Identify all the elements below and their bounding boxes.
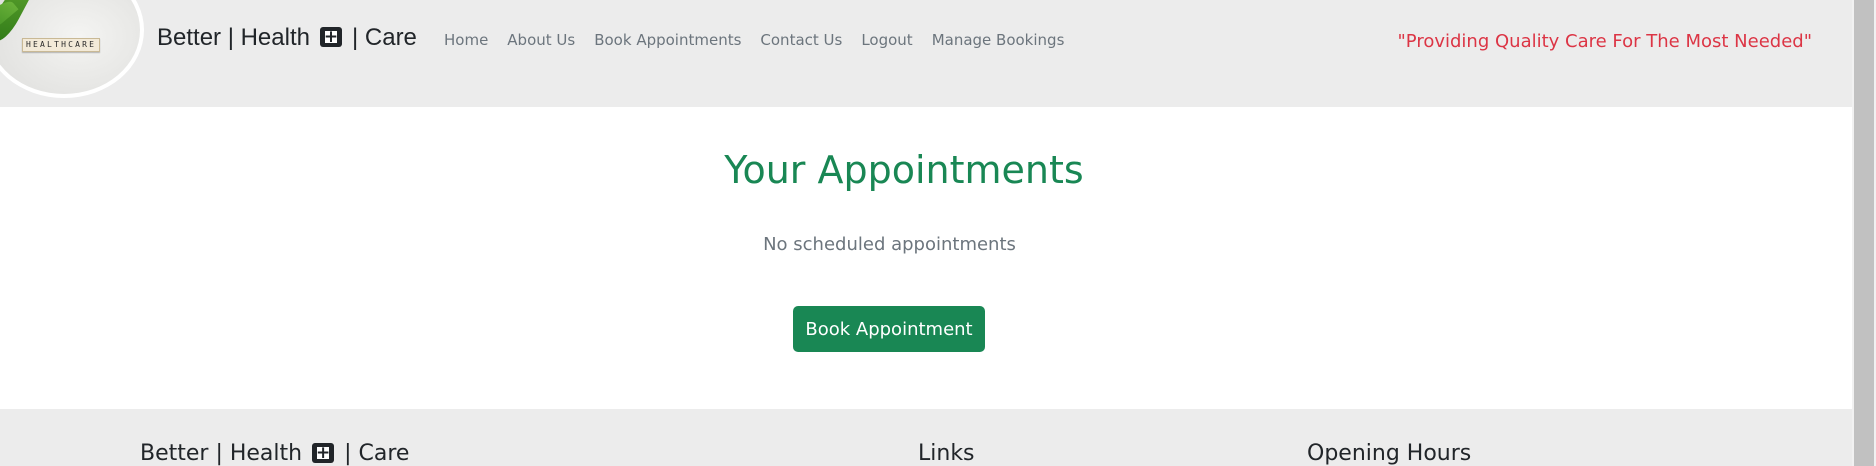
medical-kit-icon	[312, 442, 335, 463]
footer-links-heading: Links	[918, 441, 975, 466]
footer-brand-part2: | Care	[344, 441, 410, 466]
footer-brand: Better | Health | Care	[140, 441, 409, 466]
tagline: "Providing Quality Care For The Most Nee…	[1397, 31, 1812, 52]
logo[interactable]: HEALTHCARE	[0, 0, 144, 98]
site-footer: Better | Health | Care Links Opening Hou…	[0, 409, 1852, 466]
logo-tiles-text: HEALTHCARE	[22, 38, 101, 52]
brand-name-part1: Better | Health	[157, 24, 310, 51]
nav-manage-bookings[interactable]: Manage Bookings	[932, 31, 1065, 49]
footer-brand-part1: Better | Health	[140, 441, 303, 466]
nav-about-us[interactable]: About Us	[507, 31, 575, 49]
nav-home[interactable]: Home	[444, 31, 488, 49]
scrollbar-thumb[interactable]	[1854, 0, 1874, 466]
main-nav: Home About Us Book Appointments Contact …	[444, 31, 1083, 49]
site-header: HEALTHCARE Better | Health | Care Home A…	[0, 0, 1852, 107]
medical-kit-icon	[319, 26, 342, 47]
brand-name-part2: | Care	[351, 24, 417, 51]
brand-link[interactable]: Better | Health | Care	[157, 24, 417, 52]
page: HEALTHCARE Better | Health | Care Home A…	[0, 0, 1876, 466]
page-title: Your Appointments	[724, 148, 1084, 192]
nav-contact-us[interactable]: Contact Us	[760, 31, 842, 49]
empty-state-message: No scheduled appointments	[763, 234, 1016, 255]
vertical-scrollbar[interactable]	[1852, 0, 1876, 466]
nav-logout[interactable]: Logout	[861, 31, 912, 49]
book-appointment-button[interactable]: Book Appointment	[793, 306, 985, 352]
nav-book-appointments[interactable]: Book Appointments	[594, 31, 741, 49]
footer-hours-heading: Opening Hours	[1307, 441, 1472, 466]
